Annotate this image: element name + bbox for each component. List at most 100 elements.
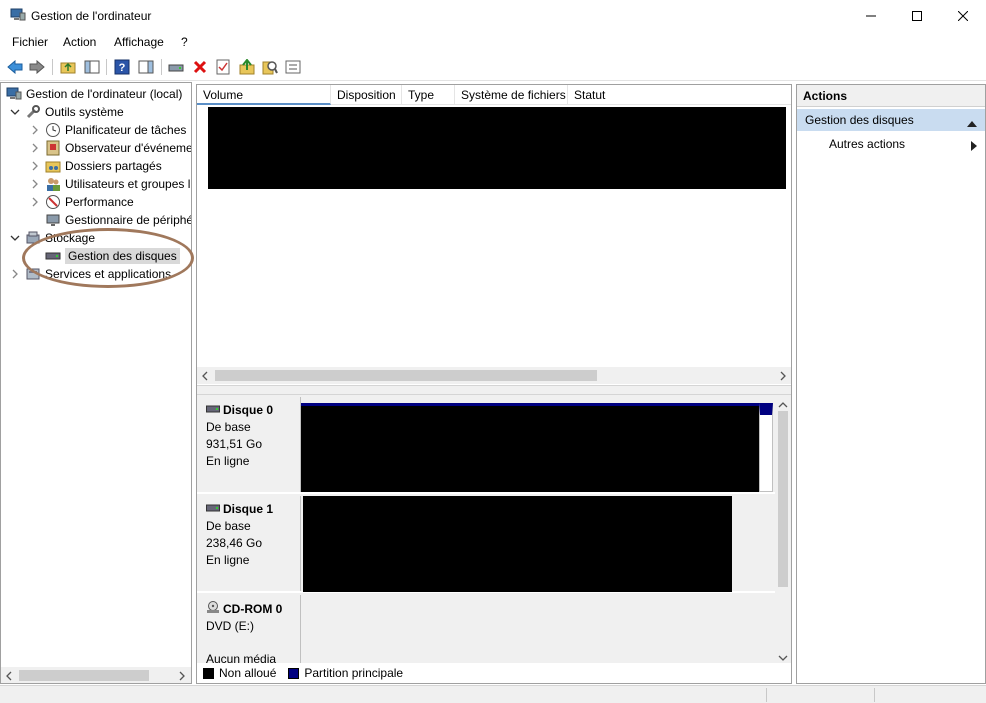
disk-view-vertical-scrollbar[interactable] <box>775 395 791 663</box>
collapse-up-icon[interactable] <box>967 116 977 130</box>
actions-group-disk-management[interactable]: Gestion des disques <box>797 109 985 131</box>
device-manager-icon <box>45 212 61 228</box>
chevron-down-icon[interactable] <box>9 106 21 118</box>
disk-size: 931,51 Go <box>206 437 263 451</box>
menu-action[interactable]: Action <box>63 35 96 49</box>
chevron-right-icon[interactable] <box>29 178 41 190</box>
properties-button[interactable] <box>214 58 232 76</box>
scroll-right-icon[interactable] <box>178 670 186 683</box>
console-tree-icon <box>84 60 100 74</box>
disk-type: De base <box>206 420 251 434</box>
tree-scroll-thumb[interactable] <box>19 670 149 681</box>
volume-list-redacted <box>208 107 786 189</box>
tree-item-system-tools[interactable]: Outils système <box>9 103 124 121</box>
status-bar <box>0 685 986 703</box>
column-disposition[interactable]: Disposition <box>331 85 402 105</box>
tree-item-storage[interactable]: Stockage <box>9 229 95 247</box>
disk-partition-redacted[interactable] <box>303 496 732 592</box>
chevron-right-icon[interactable] <box>29 124 41 136</box>
menu-bar: Fichier Action Affichage ? <box>0 31 986 53</box>
help-icon: ? <box>114 59 130 75</box>
volume-list-header: Volume Disposition Type Système de fichi… <box>197 85 791 105</box>
disk-status: En ligne <box>206 553 250 567</box>
toolbar: ? <box>0 53 986 81</box>
scroll-left-icon[interactable] <box>201 370 209 384</box>
chevron-right-icon[interactable] <box>29 196 41 208</box>
menu-affichage[interactable]: Affichage <box>114 35 164 49</box>
back-button[interactable] <box>6 58 24 76</box>
more-actions-item[interactable]: Autres actions <box>797 133 985 155</box>
window-title: Gestion de l'ordinateur <box>31 9 152 23</box>
disk-info[interactable]: Disque 0 De base 931,51 Go En ligne <box>197 397 301 492</box>
show-hide-tree-button[interactable] <box>83 58 101 76</box>
submenu-arrow-icon <box>971 140 977 154</box>
menu-fichier[interactable]: Fichier <box>12 35 48 49</box>
disk-row[interactable]: CD-ROM 0 DVD (E:) Aucun média <box>197 595 775 666</box>
cd-rom-icon <box>206 601 220 616</box>
column-type[interactable]: Type <box>402 85 455 105</box>
tree-horizontal-scrollbar[interactable] <box>1 667 191 683</box>
disk-name: CD-ROM 0 <box>223 601 283 616</box>
minimize-icon <box>866 15 876 16</box>
actions-pane: Actions Gestion des disques Autres actio… <box>796 84 986 684</box>
column-volume[interactable]: Volume <box>197 85 331 105</box>
svg-text:?: ? <box>119 62 126 74</box>
tree-item-disk-management[interactable]: Gestion des disques <box>45 247 180 265</box>
chevron-down-icon[interactable] <box>9 232 21 244</box>
search-button[interactable] <box>261 58 279 76</box>
disk-name: Disque 1 <box>223 502 274 516</box>
scroll-right-icon[interactable] <box>779 370 787 384</box>
computer-management-icon <box>6 86 22 102</box>
scroll-up-icon[interactable] <box>778 398 788 412</box>
disk-row[interactable]: Disque 0 De base 931,51 Go En ligne <box>197 397 775 494</box>
connect-drive-button[interactable] <box>167 58 185 76</box>
chevron-right-icon[interactable] <box>29 142 41 154</box>
delete-button[interactable] <box>191 58 209 76</box>
close-button[interactable] <box>940 0 986 31</box>
volume-scroll-thumb[interactable] <box>215 370 597 381</box>
clock-icon <box>45 122 61 138</box>
tree-item-shared-folders[interactable]: Dossiers partagés <box>29 157 162 175</box>
back-arrow-icon <box>7 60 23 74</box>
volume-list-horizontal-scrollbar[interactable] <box>197 367 791 384</box>
partition-block[interactable] <box>759 403 773 492</box>
column-status[interactable]: Statut <box>568 85 791 105</box>
disk-row[interactable]: Disque 1 De base 238,46 Go En ligne <box>197 496 775 593</box>
tree-item-root[interactable]: Gestion de l'ordinateur (local) <box>6 85 182 103</box>
scroll-left-icon[interactable] <box>5 670 13 683</box>
delete-x-icon <box>193 60 207 74</box>
export-button[interactable] <box>238 58 256 76</box>
disk-icon <box>45 248 61 264</box>
tools-icon <box>25 104 41 120</box>
tree-item-performance[interactable]: Performance <box>29 193 134 211</box>
tree-item-task-scheduler[interactable]: Planificateur de tâches <box>29 121 186 139</box>
column-file-system[interactable]: Système de fichiers <box>455 85 568 105</box>
help-button[interactable]: ? <box>113 58 131 76</box>
forward-button[interactable] <box>28 58 46 76</box>
tree-item-event-viewer[interactable]: Observateur d'événeme <box>29 139 191 157</box>
disk-type: DVD (E:) <box>206 619 254 633</box>
maximize-button[interactable] <box>894 0 940 31</box>
tree-item-users-groups[interactable]: Utilisateurs et groupes l <box>29 175 190 193</box>
menu-help[interactable]: ? <box>181 35 188 49</box>
disk-info[interactable]: Disque 1 De base 238,46 Go En ligne <box>197 496 301 591</box>
chevron-right-icon[interactable] <box>29 160 41 172</box>
legend-swatch-unallocated <box>203 667 214 679</box>
disk-partition-redacted[interactable] <box>301 403 759 492</box>
show-hide-action-pane-button[interactable] <box>137 58 155 76</box>
disk-info[interactable]: CD-ROM 0 DVD (E:) Aucun média <box>197 595 301 666</box>
chevron-right-icon[interactable] <box>9 268 21 280</box>
minimize-button[interactable] <box>848 0 894 31</box>
tree-item-device-manager[interactable]: Gestionnaire de périphé <box>45 211 191 229</box>
view-options-button[interactable] <box>284 58 302 76</box>
disk-size: 238,46 Go <box>206 536 263 550</box>
tree-item-services-applications[interactable]: Services et applications <box>9 265 171 283</box>
disk-view-scroll-thumb[interactable] <box>778 411 788 587</box>
pane-splitter[interactable] <box>197 385 791 395</box>
up-folder-button[interactable] <box>59 58 77 76</box>
disk-type: De base <box>206 519 251 533</box>
event-viewer-icon <box>45 140 61 156</box>
folder-up-icon <box>60 62 76 74</box>
properties-icon <box>216 59 230 75</box>
legend-swatch-primary <box>288 667 300 679</box>
